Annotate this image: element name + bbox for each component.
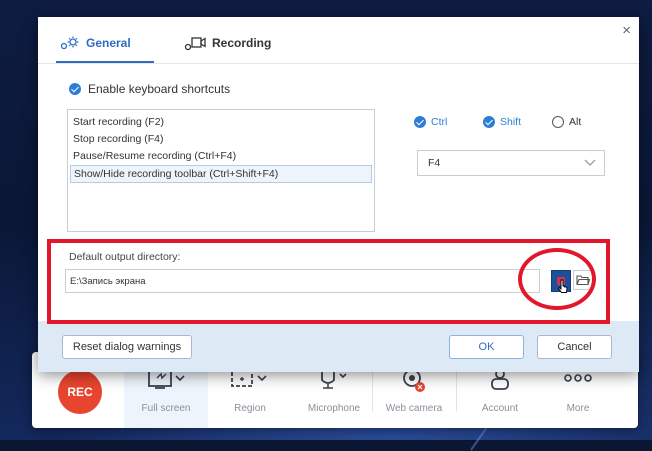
ctrl-checkbox[interactable]: Ctrl: [414, 116, 447, 128]
open-directory-button[interactable]: [551, 270, 571, 292]
toolbar-label: Account: [481, 403, 519, 414]
toolbar-label: Microphone: [307, 403, 361, 414]
output-directory-field[interactable]: E:\Запись экрана: [65, 269, 540, 293]
browse-folder-button[interactable]: [573, 270, 593, 290]
alt-radio[interactable]: Alt: [552, 116, 581, 128]
tab-general[interactable]: General: [60, 35, 131, 51]
gear-icon: [60, 36, 79, 50]
tab-recording[interactable]: Recording: [184, 35, 271, 51]
list-item[interactable]: Pause/Resume recording (Ctrl+F4): [68, 148, 374, 164]
toolbar-label: More: [566, 403, 590, 414]
cancel-button[interactable]: Cancel: [537, 335, 612, 359]
shortcut-list[interactable]: Start recording (F2) Stop recording (F4)…: [67, 109, 375, 232]
shift-checkbox[interactable]: Shift: [483, 116, 521, 128]
toolbar-label: Full screen: [141, 403, 191, 414]
video-camera-icon: [184, 37, 206, 51]
tab-label: General: [86, 36, 131, 50]
key-select-value: F4: [428, 157, 441, 169]
tab-label: Recording: [212, 36, 272, 50]
radio-empty-icon: [552, 116, 564, 128]
alt-label: Alt: [569, 116, 582, 128]
list-item[interactable]: Stop recording (F4): [68, 131, 374, 147]
enable-shortcuts-checkbox[interactable]: Enable keyboard shortcuts: [69, 82, 230, 96]
shift-label: Shift: [500, 116, 522, 128]
preferences-dialog: × General Recording Enable keyboard shor…: [38, 17, 639, 372]
list-item-selected[interactable]: Show/Hide recording toolbar (Ctrl+Shift+…: [70, 165, 372, 183]
toolbar-label: Region: [234, 403, 266, 414]
chevron-down-icon: [584, 159, 596, 166]
checkbox-checked-icon: [69, 83, 81, 95]
rec-button[interactable]: REC: [58, 370, 102, 414]
checkbox-checked-icon: [414, 116, 426, 128]
checkbox-checked-icon: [483, 116, 495, 128]
list-item[interactable]: Start recording (F2): [68, 114, 374, 130]
tab-divider: [38, 63, 639, 64]
record-folder-icon: [557, 277, 565, 285]
key-select[interactable]: F4: [417, 150, 605, 176]
enable-shortcuts-label: Enable keyboard shortcuts: [88, 82, 231, 96]
tab-bar: General Recording: [38, 17, 639, 65]
ok-button[interactable]: OK: [449, 335, 524, 359]
dialog-footer: Reset dialog warnings OK Cancel: [38, 321, 639, 372]
folder-icon: [576, 275, 590, 286]
reset-warnings-button[interactable]: Reset dialog warnings: [62, 335, 192, 359]
ctrl-label: Ctrl: [431, 116, 448, 128]
toolbar-divider: [456, 366, 457, 412]
output-directory-label: Default output directory:: [69, 251, 181, 263]
toolbar-label: Web camera: [385, 403, 443, 414]
